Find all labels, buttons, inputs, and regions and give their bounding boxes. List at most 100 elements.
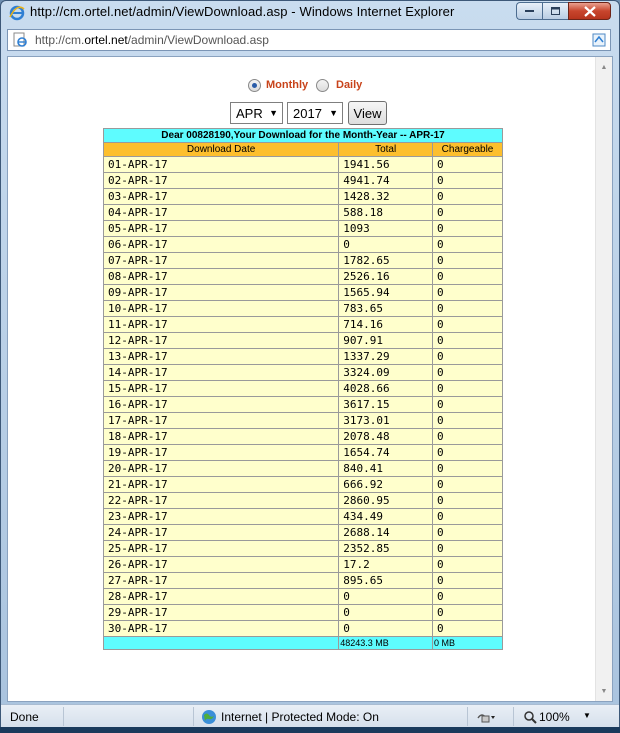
cell-chargeable: 0: [432, 428, 503, 445]
table-row: 23-APR-17 434.49 0: [102, 508, 503, 525]
footer-total: 48243.3 MB: [338, 636, 434, 650]
maximize-button[interactable]: [542, 2, 568, 20]
cell-date: 07-APR-17: [102, 252, 340, 269]
table-row: 15-APR-17 4028.66 0: [102, 380, 503, 397]
table-header-row: Download Date Total Chargeable: [102, 142, 503, 157]
vertical-scrollbar[interactable]: ▲ ▼: [595, 57, 612, 701]
cell-total: 3173.01: [338, 412, 434, 429]
cell-total: 1941.56: [338, 156, 434, 173]
monthly-radio[interactable]: [248, 79, 261, 92]
cell-chargeable: 0: [432, 380, 503, 397]
cell-total: 434.49: [338, 508, 434, 525]
cell-total: 1428.32: [338, 188, 434, 205]
cell-date: 12-APR-17: [102, 332, 340, 349]
zoom-level[interactable]: 100%: [539, 710, 570, 724]
cell-date: 29-APR-17: [102, 604, 340, 621]
table-row: 05-APR-17 1093 0: [102, 220, 503, 237]
close-icon: [583, 5, 596, 17]
address-bar[interactable]: http://cm.ortel.net/admin/ViewDownload.a…: [7, 29, 611, 51]
table-row: 01-APR-17 1941.56 0: [102, 156, 503, 173]
header-chargeable: Chargeable: [432, 142, 503, 157]
cell-chargeable: 0: [432, 220, 503, 237]
minimize-button[interactable]: [516, 2, 542, 20]
status-bar: Done Internet | Protected Mode: On 100% …: [1, 704, 619, 728]
cell-total: 714.16: [338, 316, 434, 333]
cell-chargeable: 0: [432, 364, 503, 381]
cell-date: 30-APR-17: [102, 620, 340, 637]
table-row: 02-APR-17 4941.74 0: [102, 172, 503, 189]
cell-chargeable: 0: [432, 556, 503, 573]
cell-date: 20-APR-17: [102, 460, 340, 477]
table-row: 20-APR-17 840.41 0: [102, 460, 503, 477]
address-url[interactable]: http://cm.ortel.net/admin/ViewDownload.a…: [35, 33, 269, 47]
cell-date: 22-APR-17: [102, 492, 340, 509]
scroll-up-icon[interactable]: ▲: [596, 59, 612, 75]
cell-date: 17-APR-17: [102, 412, 340, 429]
monthly-label[interactable]: Monthly: [266, 79, 308, 91]
scroll-down-icon[interactable]: ▼: [596, 683, 612, 699]
table-row: 09-APR-17 1565.94 0: [102, 284, 503, 301]
cell-total: 2688.14: [338, 524, 434, 541]
footer-blank: [102, 636, 340, 650]
view-button[interactable]: View: [348, 101, 387, 125]
cell-total: 1337.29: [338, 348, 434, 365]
cell-chargeable: 0: [432, 204, 503, 221]
protected-mode-icon[interactable]: [476, 710, 496, 724]
cell-date: 02-APR-17: [102, 172, 340, 189]
year-select[interactable]: 2017 ▼: [287, 102, 343, 124]
cell-total: 2352.85: [338, 540, 434, 557]
cell-total: 2078.48: [338, 428, 434, 445]
header-download-date: Download Date: [102, 142, 340, 157]
table-row: 04-APR-17 588.18 0: [102, 204, 503, 221]
daily-label[interactable]: Daily: [336, 79, 362, 91]
cell-date: 19-APR-17: [102, 444, 340, 461]
cell-chargeable: 0: [432, 300, 503, 317]
title-bar: http://cm.ortel.net/admin/ViewDownload.a…: [1, 1, 619, 25]
status-text: Done: [10, 710, 39, 724]
cell-date: 15-APR-17: [102, 380, 340, 397]
table-row: 08-APR-17 2526.16 0: [102, 268, 503, 285]
page-icon: [13, 32, 27, 47]
cell-total: 4941.74: [338, 172, 434, 189]
table-row: 29-APR-17 0 0: [102, 604, 503, 621]
cell-chargeable: 0: [432, 540, 503, 557]
cell-total: 2860.95: [338, 492, 434, 509]
download-table: Dear 00828190,Your Download for the Mont…: [102, 128, 503, 650]
cell-chargeable: 0: [432, 508, 503, 525]
close-button[interactable]: [568, 2, 611, 20]
cell-date: 27-APR-17: [102, 572, 340, 589]
cell-chargeable: 0: [432, 348, 503, 365]
cell-chargeable: 0: [432, 316, 503, 333]
cell-total: 895.65: [338, 572, 434, 589]
cell-date: 28-APR-17: [102, 588, 340, 605]
compatibility-view-icon[interactable]: [591, 32, 607, 48]
cell-chargeable: 0: [432, 460, 503, 477]
url-prefix: http://cm.: [35, 33, 85, 47]
cell-total: 3324.09: [338, 364, 434, 381]
cell-chargeable: 0: [432, 332, 503, 349]
status-divider: [467, 707, 468, 726]
taskbar: [0, 727, 620, 733]
cell-chargeable: 0: [432, 604, 503, 621]
month-select[interactable]: APR ▼: [230, 102, 283, 124]
cell-total: 783.65: [338, 300, 434, 317]
cell-total: 17.2: [338, 556, 434, 573]
status-divider: [193, 707, 194, 726]
cell-date: 25-APR-17: [102, 540, 340, 557]
security-zone[interactable]: Internet | Protected Mode: On: [221, 710, 379, 724]
daily-radio[interactable]: [316, 79, 329, 92]
dropdown-arrow-icon: ▼: [269, 108, 278, 118]
cell-date: 10-APR-17: [102, 300, 340, 317]
cell-total: 588.18: [338, 204, 434, 221]
cell-total: 1782.65: [338, 252, 434, 269]
cell-date: 24-APR-17: [102, 524, 340, 541]
cell-date: 23-APR-17: [102, 508, 340, 525]
table-row: 19-APR-17 1654.74 0: [102, 444, 503, 461]
cell-date: 01-APR-17: [102, 156, 340, 173]
browser-window: http://cm.ortel.net/admin/ViewDownload.a…: [0, 0, 620, 733]
page-content: Monthly Daily APR ▼ 2017 ▼ View Dear 008…: [7, 56, 613, 702]
magnifier-icon[interactable]: [523, 710, 537, 724]
cell-date: 26-APR-17: [102, 556, 340, 573]
cell-date: 11-APR-17: [102, 316, 340, 333]
zoom-dropdown-icon[interactable]: ▼: [583, 711, 591, 720]
